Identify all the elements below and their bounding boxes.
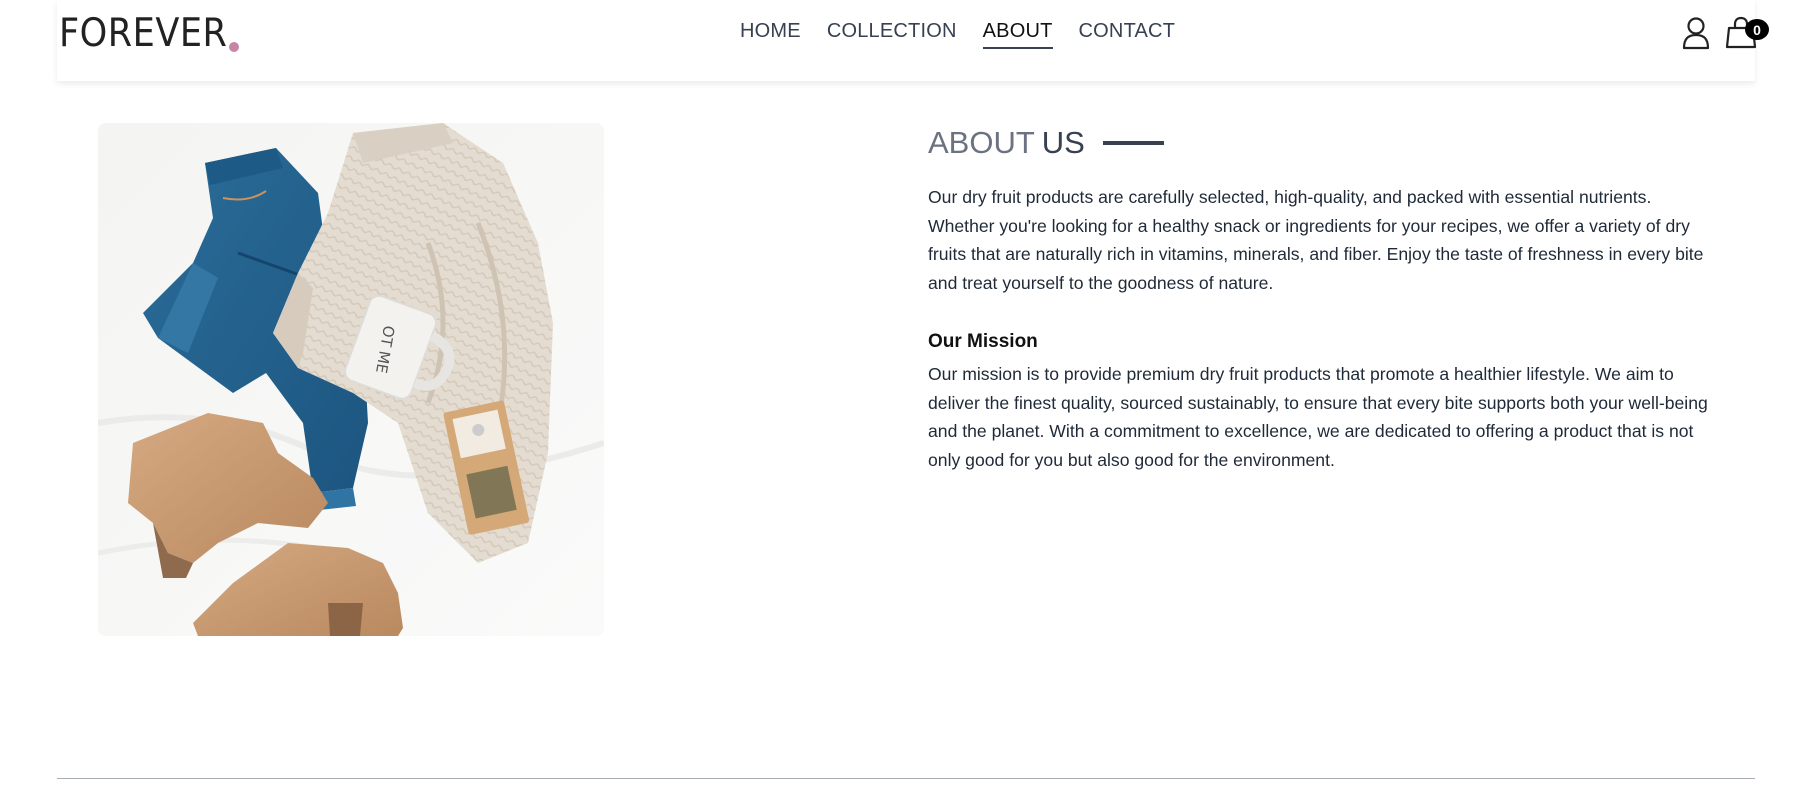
footer-divider bbox=[57, 778, 1755, 779]
main-nav: HOME COLLECTION ABOUT CONTACT bbox=[740, 20, 1175, 49]
logo[interactable]: FOREVER bbox=[59, 6, 240, 56]
nav-collection[interactable]: COLLECTION bbox=[827, 20, 957, 49]
title-decoration-line bbox=[1102, 141, 1164, 145]
nav-collection-label: COLLECTION bbox=[826, 20, 957, 42]
mission-text: Our mission is to provide premium dry fr… bbox=[928, 364, 1708, 471]
logo-text: FOREVER bbox=[59, 11, 228, 56]
profile-icon[interactable] bbox=[1681, 16, 1711, 50]
nav-home[interactable]: HOME bbox=[740, 20, 801, 49]
nav-about-label: ABOUT bbox=[982, 20, 1053, 42]
page-title: ABOUT US bbox=[928, 120, 1718, 166]
logo-dot bbox=[229, 42, 240, 52]
flatlay-illustration: OT ME bbox=[98, 123, 604, 636]
nav-home-label: HOME bbox=[740, 20, 801, 42]
nav-about[interactable]: ABOUT bbox=[982, 20, 1053, 49]
nav-contact-label: CONTACT bbox=[1078, 20, 1176, 42]
cart-count-badge: 0 bbox=[1745, 19, 1769, 40]
page-title-part1: ABOUT bbox=[928, 125, 1035, 160]
page-title-part2: US bbox=[1041, 125, 1085, 160]
nav-contact[interactable]: CONTACT bbox=[1079, 20, 1176, 49]
about-content: ABOUT US Our dry fruit products are care… bbox=[928, 120, 1718, 470]
site-header: FOREVER HOME COLLECTION ABOUT CONTACT 0 bbox=[57, 0, 1769, 81]
about-hero-image: OT ME bbox=[98, 123, 604, 636]
about-description: Our dry fruit products are carefully sel… bbox=[928, 187, 1704, 294]
nav-active-underline bbox=[982, 47, 1053, 49]
mission-heading: Our Mission bbox=[928, 331, 1038, 352]
